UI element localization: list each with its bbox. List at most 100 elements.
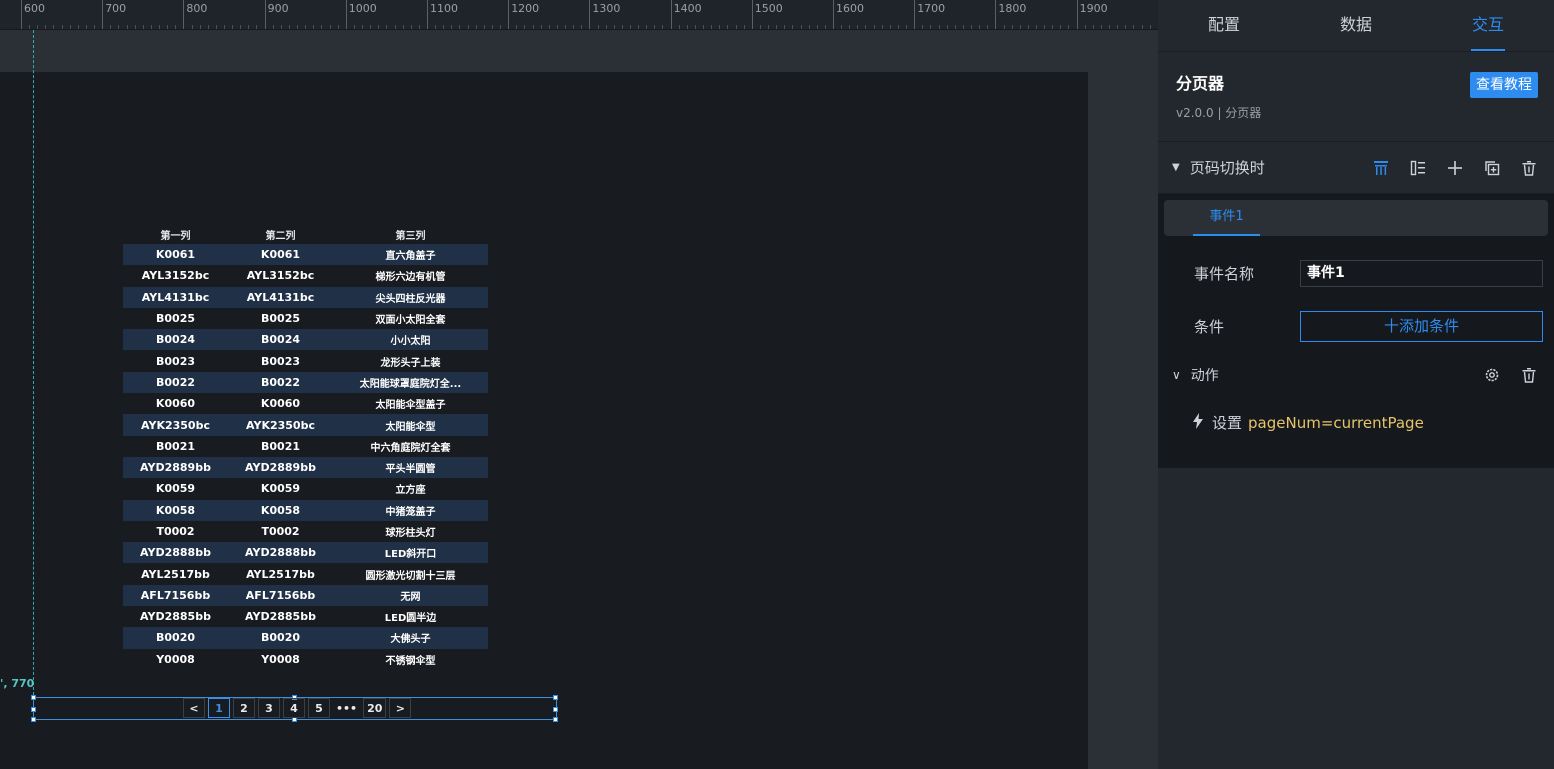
table-row[interactable]: K0060 K0060 太阳能伞型盖子 [123,393,488,414]
ruler-minor-tick [329,25,331,29]
ruler-minor-tick [288,25,290,29]
table-cell: LED圆半边 [384,613,437,625]
resize-handle[interactable] [31,707,36,712]
resize-handle[interactable] [31,695,36,700]
chevron-down-icon[interactable]: ∨ [1172,368,1181,382]
gear-icon[interactable] [1481,364,1503,386]
table-cell: K0061 [155,248,196,262]
ruler-minor-tick [29,25,31,29]
delete-icon[interactable] [1518,364,1540,386]
tab-config[interactable]: 配置 [1158,0,1290,51]
resize-handle[interactable] [553,707,558,712]
pagination[interactable]: < 1 2 3 4 5 ••• 20 > [183,698,412,718]
table-row[interactable]: B0020 B0020 大佛头子 [123,627,488,649]
table-cell: LED斜开口 [384,549,437,561]
align-top-icon[interactable] [1370,157,1392,179]
table-row[interactable]: AYL3152bc AYL3152bc 梯形六边有机管 [123,265,488,286]
table-cell: K0060 [260,397,301,411]
ruler-minor-tick [215,25,217,29]
table-row[interactable]: AYD2889bb AYD2889bb 平头半圆管 [123,456,488,479]
data-table[interactable]: 第一列 第二列 第三列 K0061 K0061 直六角盖子 AYL3152bc AYL3… [123,224,488,670]
list-layout-icon[interactable] [1407,157,1429,179]
table-cell: 太阳能伞型盖子 [375,400,446,412]
table-row[interactable]: K0061 K0061 直六角盖子 [123,244,488,266]
delete-icon[interactable] [1518,157,1540,179]
action-section-header[interactable]: ∨ 动作 [1164,364,1548,386]
table-row[interactable]: AYD2885bb AYD2885bb LED圆半边 [123,606,488,627]
table-row[interactable]: B0022 B0022 太阳能球罩庭院灯全... [123,371,488,394]
table-cell: 中猪笼盖子 [385,506,436,518]
add-condition-button[interactable]: 十添加条件 [1300,311,1543,342]
ruler-minor-tick [167,25,169,29]
ruler-minor-tick [613,25,615,29]
resize-handle[interactable] [553,717,558,722]
table-cell: 尖头四柱反光器 [375,293,446,305]
add-icon[interactable] [1444,157,1466,179]
event-section-title: 页码切换时 [1189,159,1265,177]
event-section-header[interactable]: ▼ 页码切换时 [1158,142,1554,194]
more-pages-button[interactable]: ••• [333,698,360,718]
table-row[interactable]: Y0008 Y0008 不锈钢伞型 [123,649,488,670]
page-button[interactable]: 4 [283,698,305,718]
table-cell: K0059 [155,482,196,496]
next-page-button[interactable]: > [389,698,412,718]
ruler-label: 1100 [430,2,458,15]
ruler-minor-tick [500,25,502,29]
table-row[interactable]: AYL2517bb AYL2517bb 圆形激光切割十三层 [123,563,488,584]
ruler-minor-tick [207,25,209,29]
copy-icon[interactable] [1481,157,1503,179]
table-cell: 中六角庭院灯全套 [370,442,451,454]
table-row[interactable]: AYK2350bc AYK2350bc 太阳能伞型 [123,414,488,436]
ruler-minor-tick [548,25,550,29]
tab-interaction[interactable]: 交互 [1422,0,1554,51]
table-cell: T0002 [261,525,300,538]
table-cell: AYK2350bc [141,418,210,432]
tab-data[interactable]: 数据 [1290,0,1422,51]
ruler-minor-tick [199,25,201,29]
canvas-area[interactable]: 600 700 800 900 1000 1100 1200 1300 1400 1500 1600… [0,0,1158,769]
table-row[interactable]: B0025 B0025 双面小太阳全套 [123,308,488,329]
page-button[interactable]: 1 [208,698,230,718]
table-row[interactable]: K0059 K0059 立方座 [123,478,488,499]
table-row[interactable]: AYD2888bb AYD2888bb LED斜开口 [123,542,488,564]
event-name-label: 事件名称 [1194,265,1255,283]
tab-event-1[interactable]: 事件1 [1193,200,1260,236]
ruler-minor-tick [313,25,315,29]
event-body: 事件1 事件名称 事件1 条件 十添加条件 ∨ 动作 设置 pageNum=cu… [1158,194,1554,468]
table-row[interactable]: B0023 B0023 龙形头子上装 [123,350,488,371]
last-page-button[interactable]: 20 [363,698,387,718]
ruler-label: 1600 [836,2,864,15]
ruler-minor-tick [841,25,843,29]
table-cell: K0058 [260,503,301,517]
ruler-minor-tick [1117,25,1119,29]
table-row[interactable]: B0021 B0021 中六角庭院灯全套 [123,436,488,457]
table-row[interactable]: AYL4131bc AYL4131bc 尖头四柱反光器 [123,286,488,308]
table-row[interactable]: AFL7156bb AFL7156bb 无网 [123,584,488,607]
event-name-input[interactable]: 事件1 [1300,260,1543,287]
table-row[interactable]: K0058 K0058 中猪笼盖子 [123,499,488,521]
ruler-minor-tick [280,25,282,29]
table-row[interactable]: T0002 T0002 球形柱头灯 [123,521,488,542]
ruler-minor-tick [824,25,826,29]
ruler-minor-tick [150,25,152,29]
caret-down-icon[interactable]: ▼ [1172,162,1180,173]
resize-handle[interactable] [553,695,558,700]
table-row[interactable]: B0024 B0024 小小太阳 [123,329,488,351]
page-button[interactable]: 5 [308,698,330,718]
table-cell: AYL4131bc [141,290,210,304]
ruler-minor-tick [134,25,136,29]
guide-line[interactable] [33,30,34,700]
prev-page-button[interactable]: < [183,698,205,718]
resize-handle[interactable] [31,717,36,722]
ruler-minor-tick [240,25,242,29]
page-button[interactable]: 2 [233,698,255,718]
action-item[interactable]: 设置 pageNum=currentPage [1164,412,1548,433]
page-button[interactable]: 3 [258,698,280,718]
ruler-minor-tick [857,25,859,29]
ruler-minor-tick [1052,25,1054,29]
ruler-minor-tick [475,25,477,29]
view-tutorial-button[interactable]: 查看教程 [1470,72,1538,98]
table-cell: 圆形激光切割十三层 [365,570,456,582]
table-cell: B0021 [156,439,195,453]
component-header: 分页器 v2.0.0 | 分页器 查看教程 [1158,52,1554,142]
